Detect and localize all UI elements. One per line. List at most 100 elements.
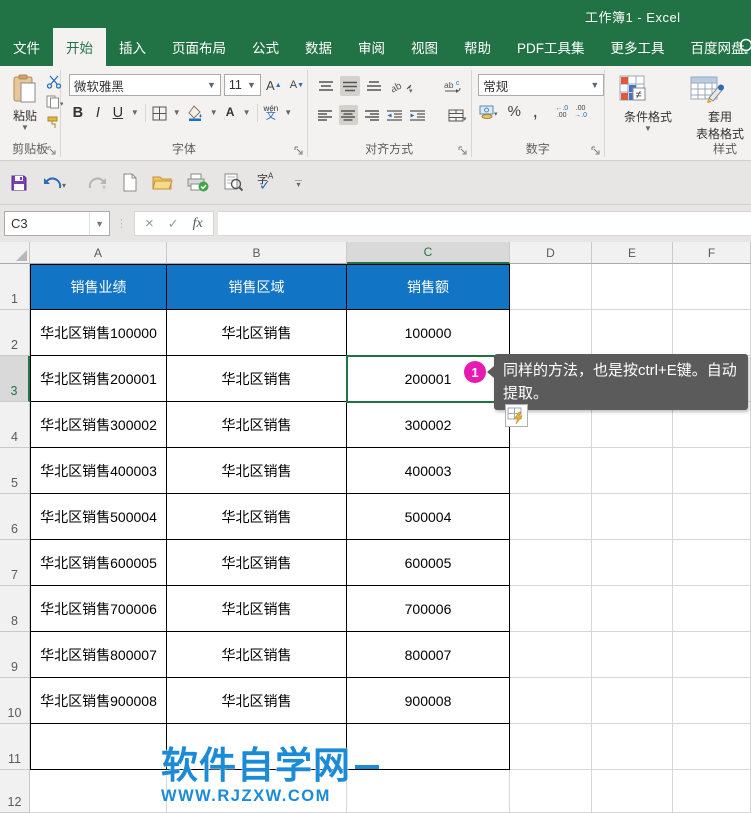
cell-C6[interactable]: 500004 — [347, 494, 510, 540]
row-header-1[interactable]: 1 — [0, 264, 30, 310]
font-dialog-launcher[interactable] — [294, 146, 304, 156]
cell-A8[interactable]: 华北区销售700006 — [30, 586, 167, 632]
ribbon-tab-item[interactable]: 视图 — [398, 28, 451, 66]
ribbon-tab-active[interactable]: 开始 — [53, 28, 106, 66]
cell-F8[interactable] — [673, 586, 751, 632]
ribbon-tab-item[interactable]: 数据 — [292, 28, 345, 66]
font-color-icon[interactable]: A — [224, 107, 237, 120]
decrease-font-icon[interactable]: A▼ — [287, 79, 307, 91]
cell-C3[interactable]: 200001 — [347, 356, 510, 402]
column-header-F[interactable]: F — [673, 242, 751, 264]
flash-fill-options-icon[interactable] — [505, 404, 528, 427]
font-size-combo[interactable]: 11▼ — [224, 74, 261, 96]
alignment-dialog-launcher[interactable] — [458, 146, 468, 156]
cell-E6[interactable] — [592, 494, 673, 540]
cell-B7[interactable]: 华北区销售 — [167, 540, 347, 586]
name-box[interactable]: C3 ▼ — [4, 211, 110, 236]
font-name-combo[interactable]: 微软雅黑▼ — [69, 74, 221, 96]
cell-F11[interactable] — [673, 724, 751, 770]
number-dialog-launcher[interactable] — [591, 146, 601, 156]
cell-F10[interactable] — [673, 678, 751, 724]
phonetic-guide-icon[interactable]: wén 文 — [264, 105, 279, 121]
spelling-check-icon[interactable]: 字A ✓ — [257, 173, 281, 192]
name-box-dropdown-arrow[interactable]: ▼ — [89, 212, 109, 235]
cell-A1[interactable]: 销售业绩 — [30, 264, 167, 310]
fill-color-dropdown-arrow[interactable]: ▼ — [210, 109, 218, 117]
cell-C2[interactable]: 100000 — [347, 310, 510, 356]
wrap-text-icon[interactable]: abc — [440, 76, 466, 96]
borders-icon[interactable] — [152, 106, 167, 121]
quick-print-icon[interactable] — [187, 173, 209, 192]
row-header-4[interactable]: 4 — [0, 402, 30, 448]
cell-C9[interactable]: 800007 — [347, 632, 510, 678]
row-header-9[interactable]: 9 — [0, 632, 30, 678]
cell-B5[interactable]: 华北区销售 — [167, 448, 347, 494]
conditional-formatting-button[interactable]: ≠ 条件格式 ▼ — [617, 74, 679, 142]
paste-button[interactable]: 粘贴 ▼ — [8, 74, 42, 132]
align-center-icon[interactable] — [339, 105, 358, 125]
row-header-3[interactable]: 3 — [0, 356, 30, 402]
select-all-corner[interactable] — [0, 242, 30, 264]
decrease-decimal-icon[interactable]: .00→.0 — [574, 105, 587, 119]
cell-D2[interactable] — [510, 310, 592, 356]
cell-F7[interactable] — [673, 540, 751, 586]
ribbon-tab-item[interactable]: 审阅 — [345, 28, 398, 66]
cell-F5[interactable] — [673, 448, 751, 494]
cell-D11[interactable] — [510, 724, 592, 770]
cell-E9[interactable] — [592, 632, 673, 678]
paste-dropdown-arrow[interactable]: ▼ — [8, 124, 42, 132]
ribbon-tab-item[interactable]: 文件 — [0, 28, 53, 66]
cell-A5[interactable]: 华北区销售400003 — [30, 448, 167, 494]
new-document-icon[interactable] — [122, 173, 138, 192]
cell-D7[interactable] — [510, 540, 592, 586]
ribbon-tab-item[interactable]: 更多工具 — [598, 28, 678, 66]
cell-B9[interactable]: 华北区销售 — [167, 632, 347, 678]
cell-B11[interactable] — [167, 724, 347, 770]
align-left-icon[interactable] — [316, 105, 335, 125]
cell-F2[interactable] — [673, 310, 751, 356]
cell-A4[interactable]: 华北区销售300002 — [30, 402, 167, 448]
cell-B1[interactable]: 销售区域 — [167, 264, 347, 310]
row-header-2[interactable]: 2 — [0, 310, 30, 356]
cancel-icon[interactable]: × — [145, 215, 154, 232]
cell-E11[interactable] — [592, 724, 673, 770]
cell-C7[interactable]: 600005 — [347, 540, 510, 586]
underline-button[interactable]: U — [111, 105, 125, 121]
column-header-C[interactable]: C — [347, 242, 510, 264]
italic-button[interactable]: I — [91, 105, 105, 121]
undo-icon[interactable]: ▾ — [42, 174, 68, 192]
cell-D6[interactable] — [510, 494, 592, 540]
cell-F9[interactable] — [673, 632, 751, 678]
redo-icon[interactable]: ▾ — [82, 174, 108, 192]
cell-B2[interactable]: 华北区销售 — [167, 310, 347, 356]
insert-function-icon[interactable]: fx — [193, 216, 203, 232]
tell-me-lightbulb-icon[interactable] — [735, 36, 751, 58]
row-header-5[interactable]: 5 — [0, 448, 30, 494]
cell-F6[interactable] — [673, 494, 751, 540]
font-color-dropdown-arrow[interactable]: ▼ — [243, 109, 251, 117]
column-header-D[interactable]: D — [510, 242, 592, 264]
cell-D1[interactable] — [510, 264, 592, 310]
print-preview-icon[interactable] — [223, 173, 243, 192]
cell-C11[interactable] — [347, 724, 510, 770]
cell-D12[interactable] — [510, 770, 592, 813]
phonetic-dropdown-arrow[interactable]: ▼ — [284, 109, 292, 117]
cell-C10[interactable]: 900008 — [347, 678, 510, 724]
cell-D10[interactable] — [510, 678, 592, 724]
ribbon-tab-item[interactable]: 公式 — [239, 28, 292, 66]
cell-A6[interactable]: 华北区销售500004 — [30, 494, 167, 540]
column-header-B[interactable]: B — [167, 242, 347, 264]
cell-A10[interactable]: 华北区销售900008 — [30, 678, 167, 724]
conditional-formatting-dropdown-arrow[interactable]: ▼ — [617, 125, 679, 133]
ribbon-tab-item[interactable]: 插入 — [106, 28, 159, 66]
cell-C1[interactable]: 销售额 — [347, 264, 510, 310]
ribbon-tab-item[interactable]: 帮助 — [451, 28, 504, 66]
cell-F1[interactable] — [673, 264, 751, 310]
row-header-10[interactable]: 10 — [0, 678, 30, 724]
cell-A11[interactable] — [30, 724, 167, 770]
cell-F12[interactable] — [673, 770, 751, 813]
cell-E7[interactable] — [592, 540, 673, 586]
cell-C8[interactable]: 700006 — [347, 586, 510, 632]
decrease-indent-icon[interactable] — [385, 105, 404, 125]
cell-B12[interactable] — [167, 770, 347, 813]
